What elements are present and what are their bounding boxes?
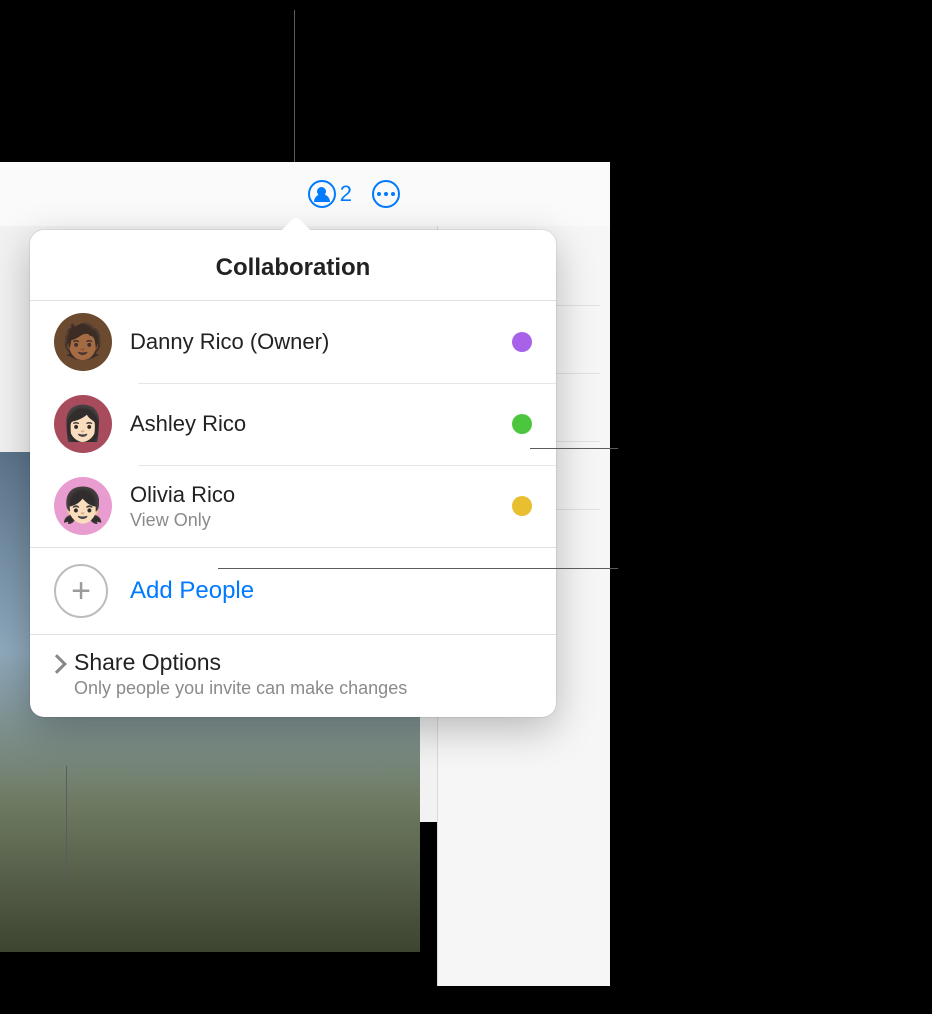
- share-options-button[interactable]: Share Options Only people you invite can…: [30, 634, 556, 717]
- callout-line: [530, 448, 618, 449]
- participant-permission: View Only: [130, 510, 494, 531]
- toolbar: 2: [0, 162, 610, 226]
- app-window: 2 S ce um ou Collaboration 🧑🏾Danny Rico …: [0, 162, 610, 822]
- ellipsis-icon: [372, 180, 400, 208]
- add-people-label: Add People: [130, 577, 254, 605]
- share-options-title: Share Options: [74, 649, 407, 676]
- participant-name: Danny Rico (Owner): [130, 329, 494, 355]
- participant-info: Danny Rico (Owner): [130, 329, 494, 355]
- collaborate-button[interactable]: 2: [308, 180, 352, 208]
- avatar: 👧🏻: [54, 477, 112, 535]
- callout-line: [218, 568, 618, 569]
- share-options-subtitle: Only people you invite can make changes: [74, 678, 407, 699]
- participant-name: Ashley Rico: [130, 411, 494, 437]
- avatar: 👩🏻: [54, 395, 112, 453]
- presence-dot-icon: [512, 496, 532, 516]
- add-people-button[interactable]: + Add People: [30, 547, 556, 634]
- participant-row[interactable]: 👩🏻 Ashley Rico: [30, 383, 556, 465]
- collaborator-count: 2: [340, 181, 352, 207]
- participant-name: Olivia Rico: [130, 482, 494, 508]
- more-button[interactable]: [372, 180, 400, 208]
- callout-line: [294, 10, 295, 162]
- popover-title: Collaboration: [30, 230, 556, 300]
- presence-dot-icon: [512, 414, 532, 434]
- participant-row[interactable]: 🧑🏾 Danny Rico (Owner): [30, 301, 556, 383]
- participant-info: Ashley Rico: [130, 411, 494, 437]
- presence-dot-icon: [512, 332, 532, 352]
- person-icon: [308, 180, 336, 208]
- avatar: 🧑🏾: [54, 313, 112, 371]
- participant-info: Olivia RicoView Only: [130, 482, 494, 531]
- chevron-right-icon: [47, 654, 67, 674]
- collaboration-popover: Collaboration 🧑🏾 Danny Rico (Owner) 👩🏻 Ashl…: [30, 230, 556, 717]
- participant-row[interactable]: 👧🏻 Olivia RicoView Only: [30, 465, 556, 547]
- callout-line: [66, 766, 67, 880]
- plus-icon: +: [54, 564, 108, 618]
